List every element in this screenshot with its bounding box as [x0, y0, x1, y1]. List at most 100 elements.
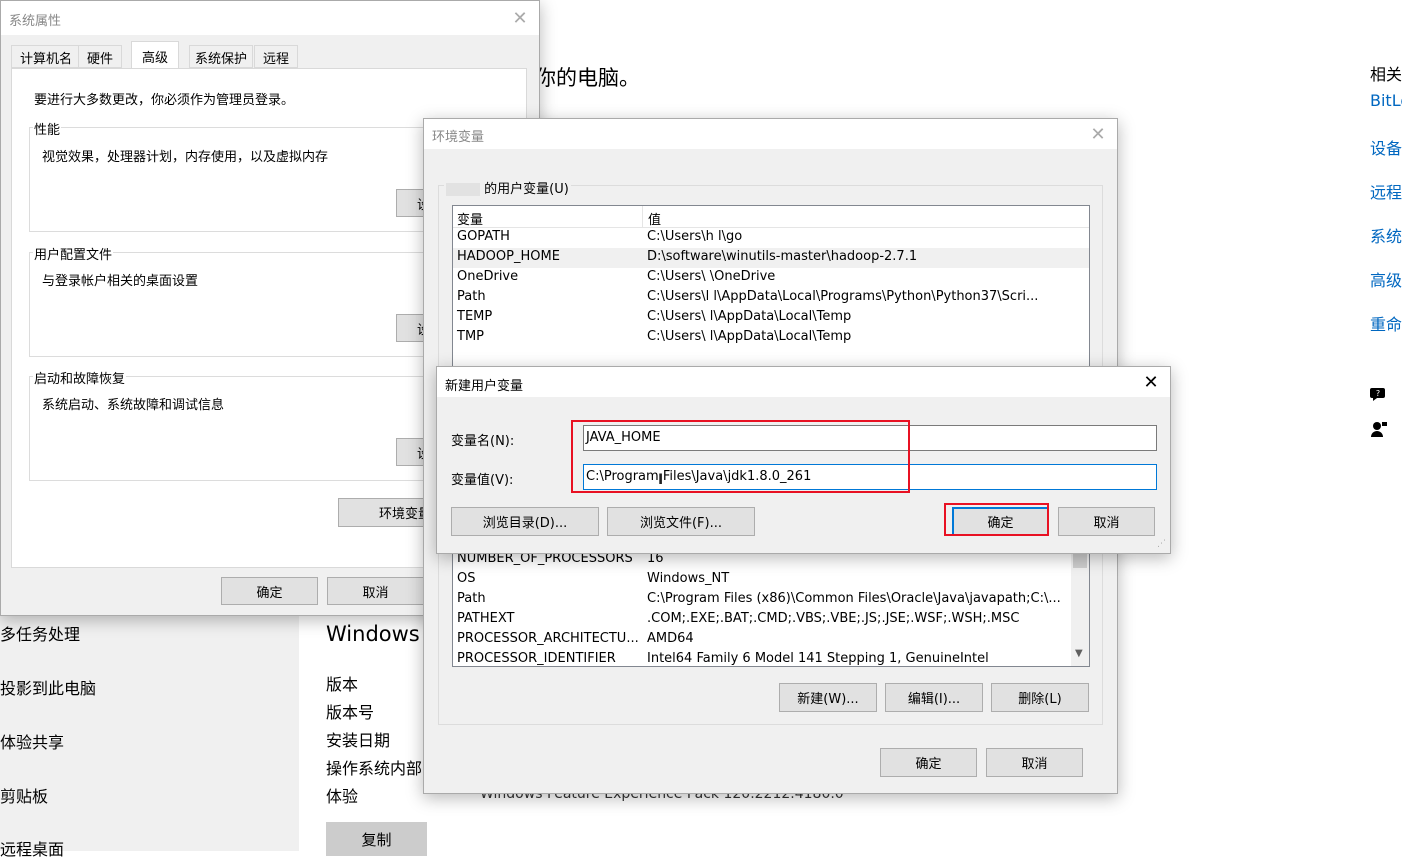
scroll-down-icon[interactable]: ▼ — [1075, 648, 1083, 659]
related-link-device-manager[interactable]: 设备 — [1370, 135, 1402, 159]
spec-build-label: 操作系统内部 — [326, 759, 423, 778]
related-settings-title: 相关 — [1370, 65, 1402, 84]
user-profiles-desc: 与登录帐户相关的桌面设置 — [42, 274, 199, 289]
sidebar-item-clipboard[interactable]: 剪贴板 — [0, 783, 48, 807]
table-row[interactable]: OneDrive C:\Users\ \OneDrive — [453, 268, 1089, 288]
sidebar-item-projecting[interactable]: 投影到此电脑 — [0, 675, 96, 699]
var-name: OS — [457, 571, 476, 586]
var-value: C:\Users\ \OneDrive — [647, 269, 776, 284]
variable-value-input[interactable]: C:\Program Files\Java\jdk1.8.0_261 — [583, 464, 1157, 490]
svg-text:?: ? — [1376, 389, 1380, 398]
var-value: C:\Users\ l\AppData\Local\Temp — [647, 309, 852, 324]
close-icon[interactable]: ✕ — [1086, 122, 1110, 146]
system-properties-cancel-button[interactable]: 取消 — [327, 577, 424, 605]
dialog-title: 系统属性 — [9, 14, 62, 29]
var-value: D:\software\winutils-master\hadoop-2.7.1 — [647, 249, 918, 264]
text-cursor-icon: I — [658, 472, 664, 488]
close-icon[interactable]: ✕ — [508, 6, 532, 30]
var-value: .COM;.EXE;.BAT;.CMD;.VBS;.VBE;.JS;.JSE;.… — [647, 611, 1020, 626]
table-row[interactable]: Path C:\Program Files (x86)\Common Files\… — [453, 590, 1089, 610]
system-vars-scrollbar[interactable]: ▼ — [1071, 544, 1089, 666]
column-divider[interactable] — [642, 206, 643, 228]
list-header: 变量 值 — [453, 206, 1089, 228]
var-value: Windows_NT — [647, 571, 730, 586]
spec-installed-label: 安装日期 — [326, 731, 391, 750]
var-value: C:\Users\ l\AppData\Local\Temp — [647, 329, 852, 344]
var-name: PROCESSOR_ARCHITECTU... — [457, 631, 639, 646]
performance-desc: 视觉效果，处理器计划，内存使用，以及虚拟内存 — [42, 150, 329, 165]
system-var-edit-button[interactable]: 编辑(I)... — [885, 683, 983, 712]
table-row[interactable]: TMP C:\Users\ l\AppData\Local\Temp — [453, 328, 1089, 348]
table-row[interactable]: TEMP C:\Users\ l\AppData\Local\Temp — [453, 308, 1089, 328]
related-link-advanced[interactable]: 高级 — [1370, 267, 1402, 291]
var-value: Intel64 Family 6 Model 141 Stepping 1, G… — [647, 651, 989, 666]
scrollbar-thumb[interactable] — [1073, 554, 1087, 568]
settings-sidebar: 多任务处理 投影到此电脑 体验共享 剪贴板 远程桌面 — [0, 600, 299, 859]
column-header-value[interactable]: 值 — [648, 209, 661, 228]
close-icon[interactable]: ✕ — [1139, 370, 1163, 394]
variable-name-input[interactable]: JAVA_HOME — [583, 425, 1157, 451]
system-properties-titlebar[interactable]: 系统属性 ✕ — [1, 1, 539, 35]
tab-system-protection[interactable]: 系统保护 — [189, 45, 254, 68]
dialog-title: 环境变量 — [432, 130, 485, 145]
env-cancel-button[interactable]: 取消 — [986, 748, 1083, 777]
var-name: Path — [457, 591, 486, 606]
system-vars-list[interactable]: NUMBER_OF_PROCESSORS 16 OS Windows_NT Path… — [452, 543, 1090, 667]
new-var-titlebar[interactable]: 新建用户变量 ✕ — [437, 367, 1170, 397]
variable-value-label: 变量值(V): — [451, 473, 514, 488]
tab-advanced[interactable]: 高级 — [131, 41, 180, 69]
var-name: OneDrive — [457, 269, 519, 284]
system-var-new-button[interactable]: 新建(W)... — [779, 683, 877, 712]
table-row[interactable]: OS Windows_NT — [453, 570, 1089, 590]
admin-note: 要进行大多数更改，你必须作为管理员登录。 — [34, 93, 295, 108]
column-header-variable[interactable]: 变量 — [457, 209, 483, 228]
var-value: AMD64 — [647, 631, 694, 646]
var-name: PROCESSOR_IDENTIFIER — [457, 651, 616, 666]
user-vars-list[interactable]: 变量 值 GOPATH C:\Users\h l\go HADOOP_HOME D:… — [452, 205, 1090, 375]
related-link-rename[interactable]: 重命 — [1370, 311, 1402, 335]
get-help-icon[interactable]: ? — [1370, 385, 1388, 403]
table-row[interactable]: PATHEXT .COM;.EXE;.BAT;.CMD;.VBS;.VBE;.JS… — [453, 610, 1089, 630]
table-row[interactable]: Path C:\Users\l l\AppData\Local\Programs\… — [453, 288, 1089, 308]
related-link-system-protection[interactable]: 系统 — [1370, 223, 1402, 247]
user-vars-section-label: 的用户变量(U) — [444, 178, 571, 197]
user-profiles-label: 用户配置文件 — [33, 244, 114, 263]
sidebar-item-shared-experiences[interactable]: 体验共享 — [0, 729, 64, 753]
feedback-icon[interactable] — [1370, 420, 1388, 438]
related-link-bitlocker[interactable]: BitLo — [1370, 91, 1402, 110]
spec-version-label: 版本号 — [326, 703, 375, 722]
var-name: HADOOP_HOME — [457, 249, 560, 264]
new-user-variable-dialog: 新建用户变量 ✕ 变量名(N): JAVA_HOME 变量值(V): C:\Pr… — [436, 366, 1171, 554]
browse-file-button[interactable]: 浏览文件(F)... — [607, 507, 755, 536]
table-row[interactable]: GOPATH C:\Users\h l\go — [453, 228, 1089, 248]
env-titlebar[interactable]: 环境变量 ✕ — [424, 119, 1117, 149]
page-heading: 你的电脑。 — [535, 66, 640, 90]
sidebar-item-remote-desktop[interactable]: 远程桌面 — [0, 836, 64, 860]
env-ok-button[interactable]: 确定 — [880, 748, 977, 777]
var-name: PATHEXT — [457, 611, 515, 626]
new-var-ok-button[interactable]: 确定 — [952, 507, 1049, 536]
var-name: TMP — [457, 329, 484, 344]
var-value: C:\Users\h l\go — [647, 229, 743, 244]
tab-hardware[interactable]: 硬件 — [78, 45, 123, 68]
var-name: TEMP — [457, 309, 493, 324]
browse-directory-button[interactable]: 浏览目录(D)... — [451, 507, 599, 536]
startup-recovery-label: 启动和故障恢复 — [33, 368, 127, 387]
table-row[interactable]: PROCESSOR_IDENTIFIER Intel64 Family 6 Mod… — [453, 650, 1089, 666]
tab-remote[interactable]: 远程 — [254, 45, 299, 68]
dialog-title: 新建用户变量 — [445, 379, 524, 394]
system-var-delete-button[interactable]: 删除(L) — [991, 683, 1089, 712]
table-row[interactable]: PROCESSOR_ARCHITECTU... AMD64 — [453, 630, 1089, 650]
system-properties-ok-button[interactable]: 确定 — [221, 577, 318, 605]
var-name: GOPATH — [457, 229, 510, 244]
var-value: C:\Users\l l\AppData\Local\Programs\Pyth… — [647, 289, 1039, 304]
table-row[interactable]: HADOOP_HOME D:\software\winutils-master\h… — [453, 248, 1089, 268]
related-link-remote[interactable]: 远程 — [1370, 179, 1402, 203]
var-value: C:\Program Files (x86)\Common Files\Orac… — [647, 591, 1061, 606]
sidebar-item-multitasking[interactable]: 多任务处理 — [0, 621, 80, 645]
spec-edition-label: 版本 — [326, 675, 359, 694]
resize-grip-icon[interactable]: ⋰ — [1157, 539, 1169, 551]
tab-computer-name[interactable]: 计算机名 — [11, 45, 82, 68]
new-var-cancel-button[interactable]: 取消 — [1058, 507, 1155, 536]
var-name: Path — [457, 289, 486, 304]
